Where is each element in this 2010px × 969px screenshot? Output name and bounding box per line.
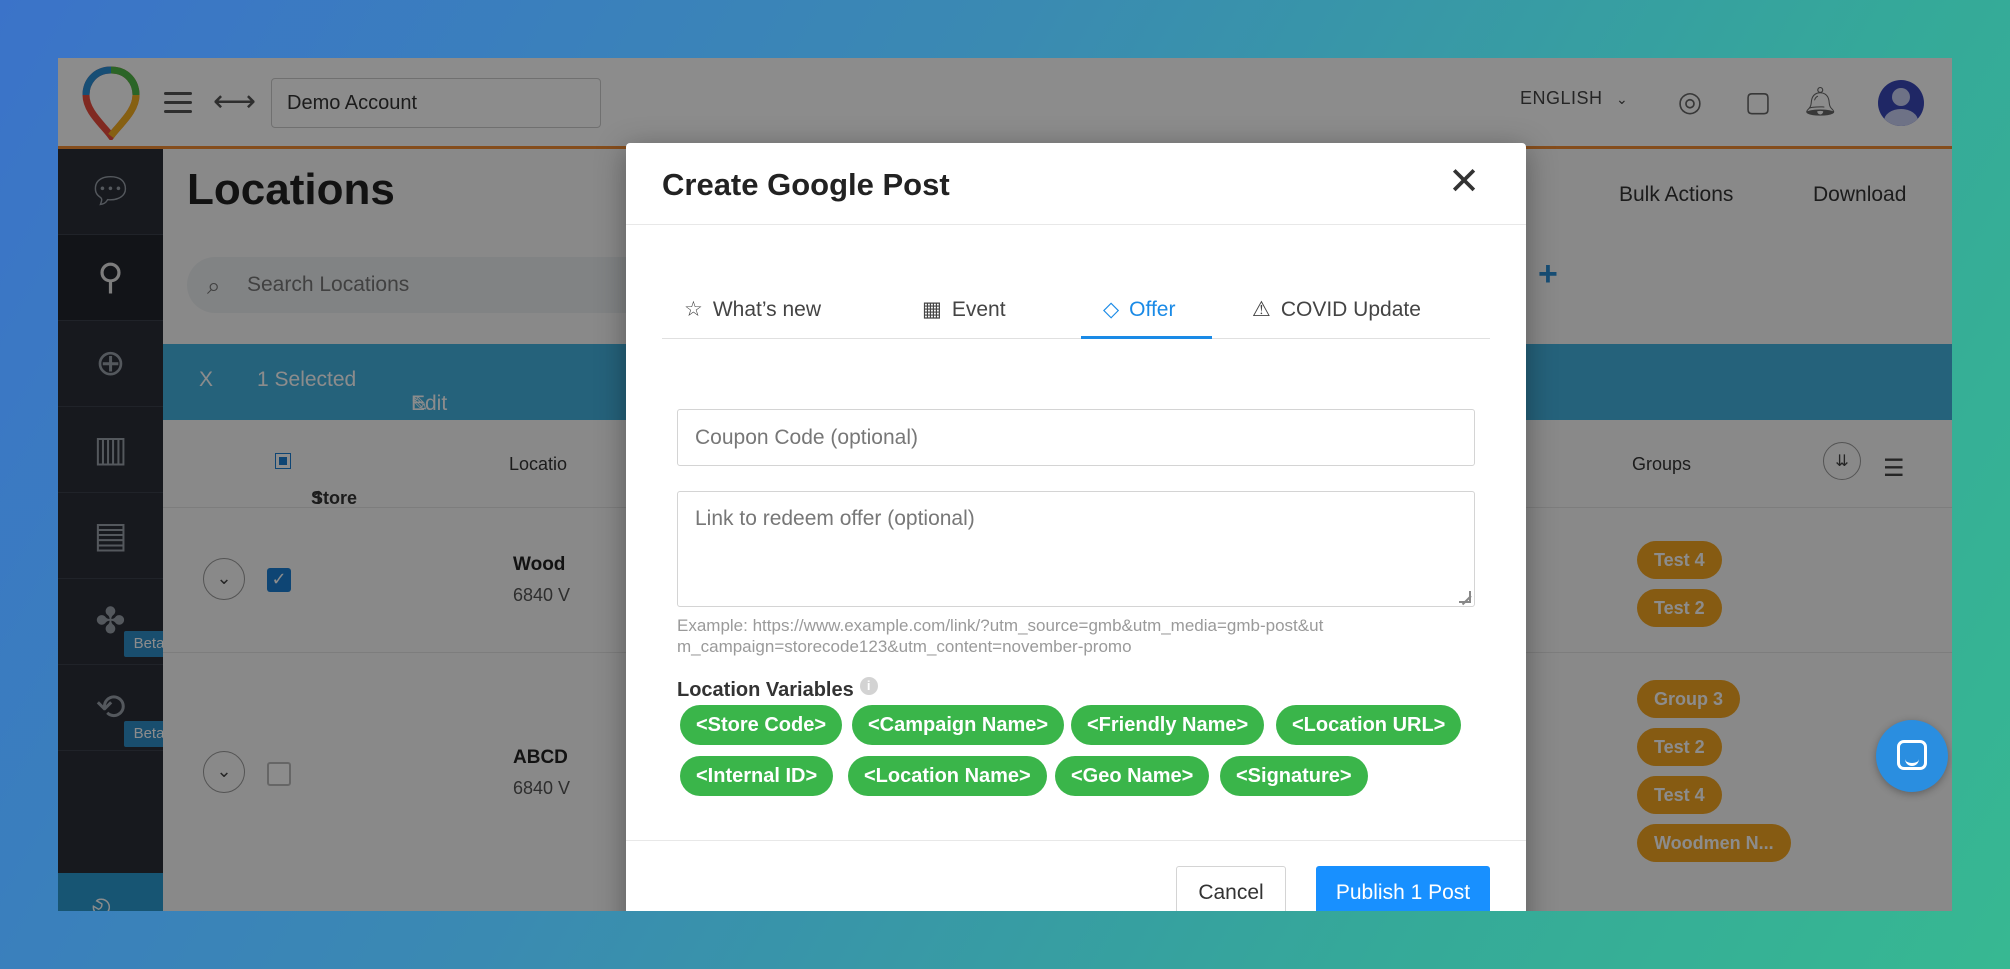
dialog-title: Create Google Post bbox=[662, 167, 950, 202]
resize-handle-icon[interactable] bbox=[1459, 591, 1471, 603]
variable-friendly-name[interactable]: <Friendly Name> bbox=[1071, 705, 1265, 745]
redeem-link-placeholder: Link to redeem offer (optional) bbox=[695, 507, 975, 530]
variable-geo-name[interactable]: <Geo Name> bbox=[1055, 756, 1210, 796]
variable-campaign-name[interactable]: <Campaign Name> bbox=[852, 705, 1065, 745]
location-variables-heading: Location Variables i bbox=[677, 677, 878, 702]
tab-whats-new[interactable]: ☆ What’s new bbox=[684, 283, 821, 339]
variable-signature[interactable]: <Signature> bbox=[1220, 756, 1368, 796]
variable-location-name[interactable]: <Location Name> bbox=[848, 756, 1047, 796]
divider bbox=[626, 840, 1526, 841]
tab-label: COVID Update bbox=[1280, 298, 1421, 321]
tab-event[interactable]: ▦ Event bbox=[922, 283, 1006, 339]
cancel-button[interactable]: Cancel bbox=[1176, 866, 1286, 911]
redeem-link-textarea[interactable]: Link to redeem offer (optional) bbox=[677, 491, 1475, 607]
variable-location-url[interactable]: <Location URL> bbox=[1276, 705, 1462, 745]
link-example-hint: Example: https://www.example.com/link/?u… bbox=[677, 616, 1324, 656]
location-variables-list: <Store Code> <Campaign Name> <Friendly N… bbox=[680, 705, 1480, 797]
info-icon[interactable]: i bbox=[859, 677, 878, 695]
publish-post-button[interactable]: Publish 1 Post bbox=[1316, 866, 1490, 911]
app-window: ⟷ Demo Account ENGLISH ⌄ ◎ ▢ 🔔︎ 💬︎ ⚲ ⊕ ▥… bbox=[58, 58, 1952, 911]
close-icon[interactable]: ✕ bbox=[1446, 162, 1482, 200]
chat-icon bbox=[1897, 740, 1927, 770]
warning-icon: ⚠ bbox=[1252, 297, 1271, 321]
variable-internal-id[interactable]: <Internal ID> bbox=[680, 756, 834, 796]
variable-store-code[interactable]: <Store Code> bbox=[680, 705, 843, 745]
divider bbox=[626, 224, 1526, 225]
post-type-tabs: ☆ What’s new ▦ Event ◇ Offer ⚠ COVID Update bbox=[662, 283, 1490, 339]
calendar-icon: ▦ bbox=[922, 297, 942, 321]
tab-offer[interactable]: ◇ Offer bbox=[1081, 283, 1212, 339]
create-post-dialog: Create Google Post ✕ ☆ What’s new ▦ Event … bbox=[626, 143, 1526, 911]
tag-icon: ◇ bbox=[1103, 297, 1120, 321]
coupon-code-input[interactable]: Coupon Code (optional) bbox=[677, 409, 1475, 466]
tab-label: What’s new bbox=[712, 298, 821, 321]
tab-label: Event bbox=[951, 298, 1006, 321]
tab-covid-update[interactable]: ⚠ COVID Update bbox=[1252, 283, 1421, 339]
star-icon: ☆ bbox=[684, 297, 703, 321]
tab-label: Offer bbox=[1129, 298, 1176, 321]
support-chat-button[interactable] bbox=[1876, 720, 1948, 792]
location-variables-label: Location Variables bbox=[677, 679, 854, 701]
